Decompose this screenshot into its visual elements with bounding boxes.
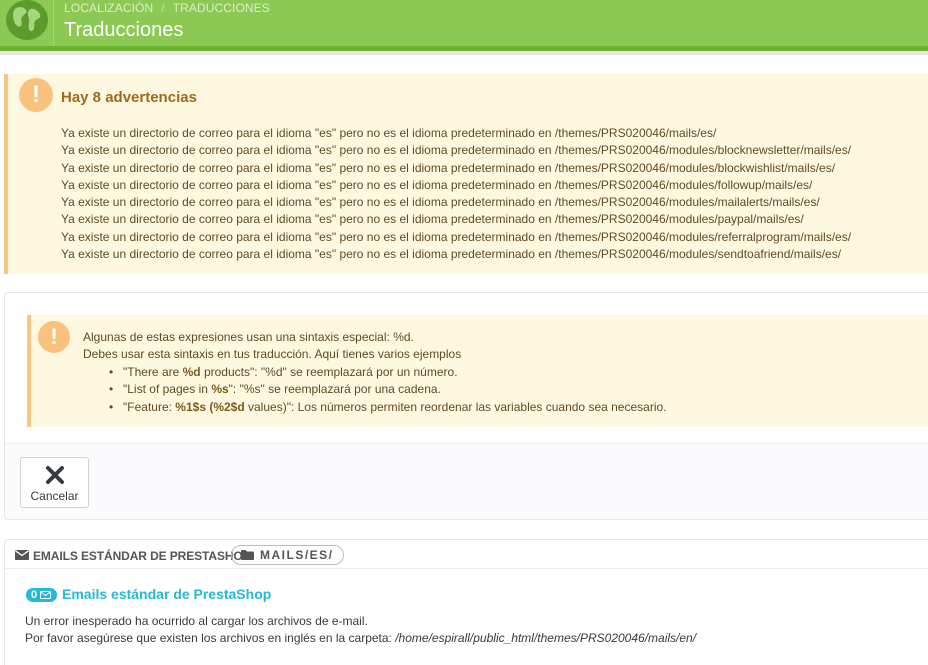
error-hint-text: Por favor asegúrese que existen los arch… (25, 631, 396, 645)
example-text: ": "%s" se reemplazará por una cadena. (228, 382, 441, 397)
header-divider (53, 0, 54, 46)
envelope-icon (40, 591, 51, 599)
warning-item: Ya existe un directorio de correo para e… (61, 212, 804, 227)
example-text: products": "%d" se reemplazará por un nú… (200, 364, 458, 379)
breadcrumb: LOCALIZACIÓN / TRADUCCIONES (64, 1, 270, 15)
breadcrumb-translations[interactable]: TRADUCCIONES (173, 1, 270, 15)
warning-item: Ya existe un directorio de correo para e… (61, 143, 852, 158)
cancel-button[interactable]: Cancelar (20, 457, 89, 508)
folder-icon (241, 550, 254, 560)
example-text: "There are (123, 364, 183, 379)
syntax-info-line: Debes usar esta sintaxis en tus traducci… (83, 347, 462, 362)
mails-path-label: MAILS/ES/ (260, 548, 334, 562)
syntax-info-alert: ! Algunas de estas expresiones usan una … (27, 315, 928, 427)
mails-path-badge: MAILS/ES/ (231, 545, 344, 565)
translation-panel: ! Algunas de estas expresiones usan una … (4, 292, 928, 520)
syntax-example: "List of pages in %s": "%s" se reemplaza… (109, 381, 667, 399)
breadcrumb-localization[interactable]: LOCALIZACIÓN (64, 1, 153, 15)
globe-icon (6, 0, 48, 40)
example-text: values)": Los números permiten reordenar… (244, 399, 667, 414)
cancel-button-label: Cancelar (30, 489, 79, 503)
emails-panel: EMAILS ESTÁNDAR DE PRESTASHOP MAILS/ES/ … (4, 539, 928, 665)
warning-item: Ya existe un directorio de correo para e… (61, 195, 820, 210)
warning-item: Ya existe un directorio de correo para e… (61, 177, 813, 192)
example-token: %d (182, 364, 201, 379)
panel-footer: Cancelar (5, 443, 928, 519)
exclamation-icon: ! (19, 78, 53, 112)
breadcrumb-separator: / (161, 1, 165, 15)
warnings-alert: ! Hay 8 advertencias Ya existe un direct… (4, 74, 928, 274)
exclamation-icon: ! (38, 321, 70, 353)
syntax-example: "Feature: %1$s (%2$d values)": Los númer… (109, 399, 667, 417)
error-message: Un error inesperado ha ocurrido al carga… (25, 614, 368, 628)
syntax-examples-list: "There are %d products": "%d" se reempla… (109, 364, 667, 417)
syntax-info-text: Algunas de estas expresiones usan una si… (83, 329, 667, 416)
syntax-example: "There are %d products": "%d" se reempla… (109, 364, 667, 382)
page-title: Traducciones (64, 19, 184, 41)
syntax-info-line: Algunas de estas expresiones usan una si… (83, 330, 414, 344)
warning-item: Ya existe un directorio de correo para e… (61, 247, 842, 262)
emails-panel-header: EMAILS ESTÁNDAR DE PRESTASHOP MAILS/ES/ (5, 540, 928, 569)
emails-panel-title: EMAILS ESTÁNDAR DE PRESTASHOP (33, 549, 251, 563)
warning-item: Ya existe un directorio de correo para e… (61, 229, 852, 244)
error-hint: Por favor asegúrese que existen los arch… (25, 631, 696, 645)
warning-item: Ya existe un directorio de correo para e… (61, 126, 717, 140)
warnings-title: Hay 8 advertencias (61, 89, 197, 106)
standard-emails-link[interactable]: Emails estándar de PrestaShop (62, 586, 271, 602)
warnings-list: Ya existe un directorio de correo para e… (61, 125, 851, 263)
page-header: LOCALIZACIÓN / TRADUCCIONES Traducciones (0, 0, 928, 46)
email-count-badge: 0 (26, 588, 57, 602)
example-token: %1$s (%2$d (175, 399, 245, 414)
envelope-icon (15, 550, 29, 560)
example-token: %s (211, 382, 229, 397)
error-hint-path: /home/espirall/public_html/themes/PRS020… (395, 631, 697, 645)
example-text: "List of pages in (123, 382, 212, 397)
email-count: 0 (31, 589, 38, 601)
close-icon (45, 466, 64, 484)
header-shadow (0, 51, 928, 55)
example-text: "Feature: (123, 399, 176, 414)
warning-item: Ya existe un directorio de correo para e… (61, 160, 836, 175)
